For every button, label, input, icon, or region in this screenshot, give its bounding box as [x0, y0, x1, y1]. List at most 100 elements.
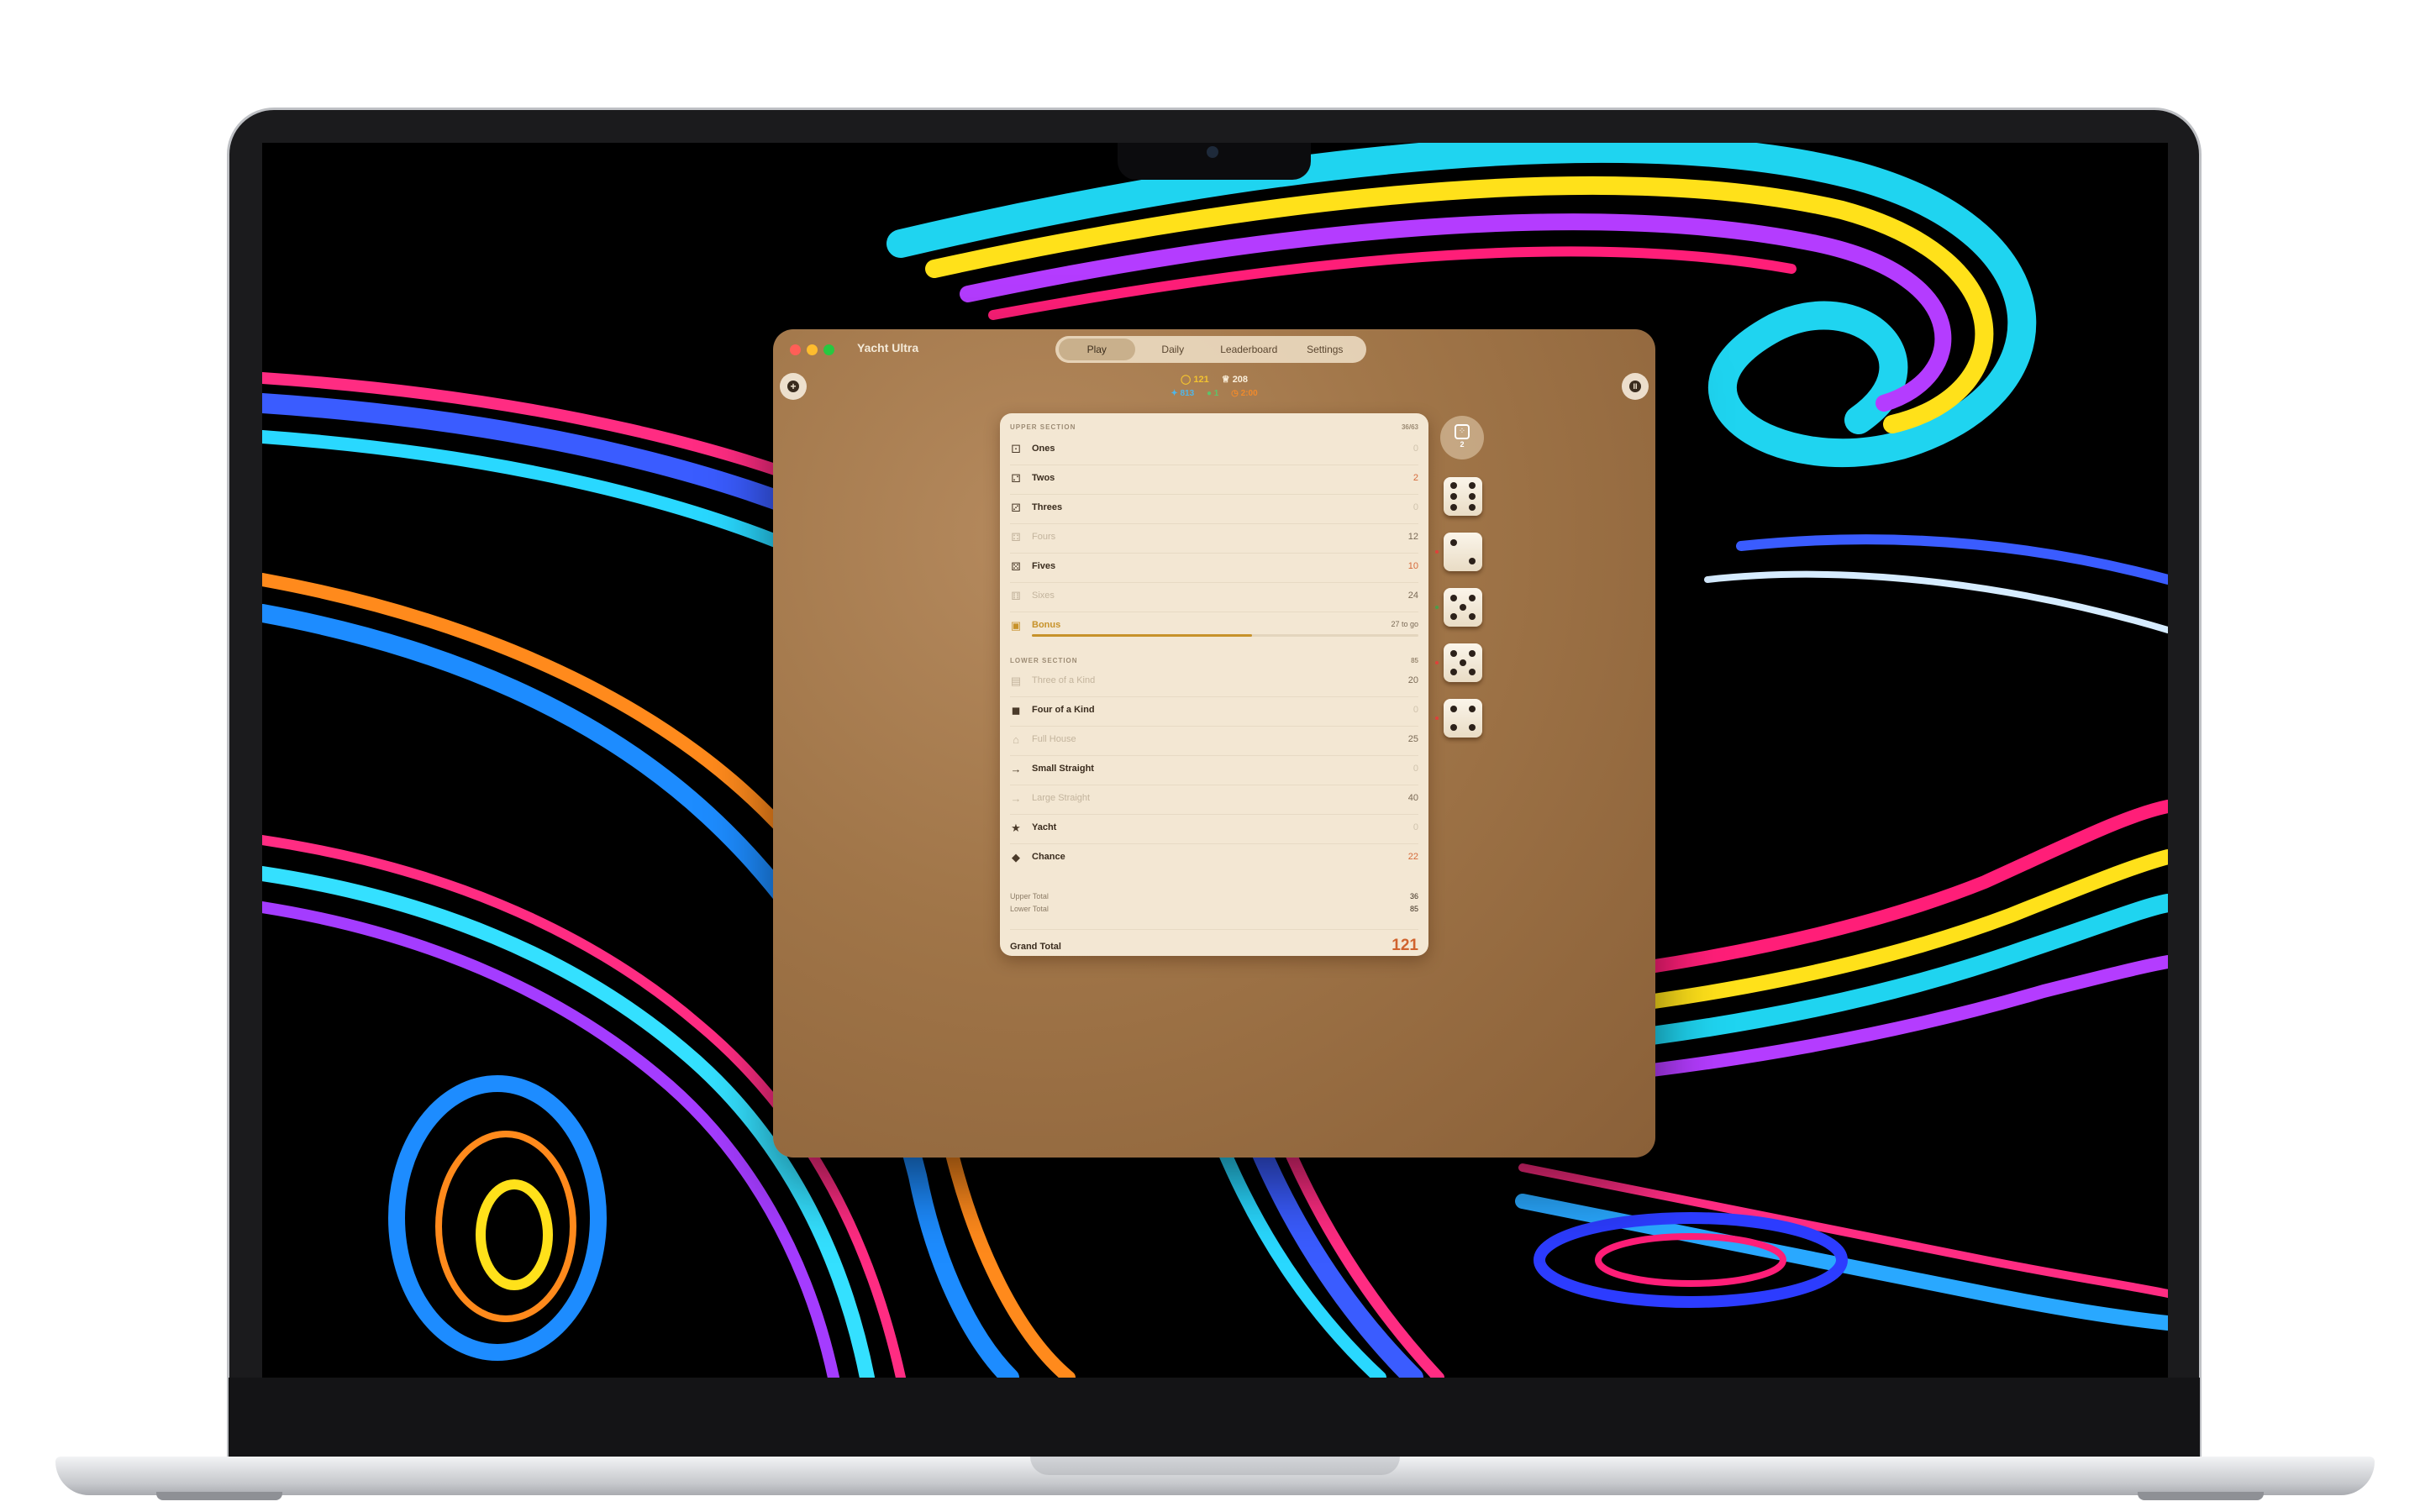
row-label: Chance	[1032, 852, 1065, 862]
die-4[interactable]	[1444, 643, 1482, 682]
screen-bezel-bottom	[229, 1378, 2200, 1465]
row-label: Fives	[1032, 561, 1056, 571]
lower-section-total: 85	[1411, 657, 1418, 664]
sparkle-icon: ✦	[1171, 389, 1178, 398]
die-pip	[1460, 659, 1466, 666]
die-face-5-icon: ⚄	[1011, 560, 1021, 573]
tab-settings[interactable]: Settings	[1287, 339, 1364, 360]
die-pip	[1450, 482, 1457, 489]
score-row-fives[interactable]: ⚄ Fives 10	[1010, 553, 1418, 583]
upper-total-row: Upper Total 36	[1010, 892, 1418, 900]
die-hold-indicator	[1435, 550, 1439, 554]
green-stat-value: 1	[1213, 389, 1219, 398]
score-row-four-of-a-kind[interactable]: ◼ Four of a Kind 0	[1010, 696, 1418, 727]
star-icon: ★	[1011, 822, 1021, 834]
die-pip	[1469, 650, 1476, 657]
minimize-window-button[interactable]	[807, 344, 818, 355]
die-5[interactable]	[1444, 699, 1482, 738]
row-label: Sixes	[1032, 591, 1055, 601]
app-window: Yacht Ultra Play Daily Leaderboard Setti…	[773, 329, 1655, 1158]
upper-section-title: UPPER SECTION	[1010, 423, 1076, 431]
score-row-threes[interactable]: ⚂ Threes 0	[1010, 494, 1418, 524]
die-pip	[1469, 493, 1476, 500]
score-row-fours: ⚃ Fours 12	[1010, 523, 1418, 554]
die-hold-indicator	[1435, 717, 1439, 720]
lower-section-header: LOWER SECTION 85	[1010, 657, 1418, 664]
row-value: 40	[1407, 793, 1418, 803]
close-window-button[interactable]	[790, 344, 801, 355]
camera-dot	[1207, 146, 1218, 158]
die-face-3-icon: ⚂	[1011, 501, 1021, 514]
row-value: 22	[1407, 852, 1418, 862]
score-stats: ◯ 121 ♕ 208	[773, 374, 1655, 385]
die-pip	[1469, 669, 1476, 675]
bonus-progress-fill	[1032, 634, 1253, 637]
dice-icon: ⁘	[1455, 424, 1470, 439]
die-pip	[1450, 504, 1457, 511]
score-row-twos[interactable]: ⚁ Twos 2	[1010, 465, 1418, 495]
die-3[interactable]	[1444, 588, 1482, 627]
row-label: Fours	[1032, 532, 1056, 542]
upper-total-label: Upper Total	[1010, 892, 1049, 900]
die-pip	[1450, 493, 1457, 500]
score-row-chance[interactable]: ◆ Chance 22	[1010, 843, 1418, 873]
die-pip	[1460, 604, 1466, 611]
row-value: 20	[1407, 675, 1418, 685]
row-value: 25	[1407, 734, 1418, 744]
three-kind-icon: ▤	[1010, 675, 1022, 687]
row-label: Four of a Kind	[1032, 705, 1095, 715]
gift-icon: ▣	[1010, 619, 1022, 632]
row-label: Yacht	[1032, 822, 1057, 832]
tab-leaderboard[interactable]: Leaderboard	[1211, 339, 1287, 360]
die-pip	[1450, 669, 1457, 675]
score-row-ones[interactable]: ⚀ Ones 0	[1010, 435, 1418, 465]
grand-total-value: 121	[1392, 937, 1418, 954]
check-icon: ●	[1206, 389, 1213, 398]
grand-total-row: Grand Total 121	[1010, 929, 1418, 954]
row-value: 0	[1413, 444, 1418, 454]
score-row-sixes: ⚅ Sixes 24	[1010, 582, 1418, 612]
rolls-left-count: 2	[1460, 440, 1465, 449]
die-pip	[1450, 613, 1457, 620]
die-pip	[1469, 482, 1476, 489]
score-row-yacht[interactable]: ★ Yacht 0	[1010, 814, 1418, 844]
die-face-6-icon: ⚅	[1011, 590, 1021, 602]
score-row-full-house: ⌂ Full House 25	[1010, 726, 1418, 756]
lower-section-title: LOWER SECTION	[1010, 657, 1078, 664]
row-value: 0	[1413, 502, 1418, 512]
tab-play[interactable]: Play	[1059, 339, 1135, 360]
die-pip	[1450, 724, 1457, 731]
grand-total-label: Grand Total	[1010, 942, 1061, 952]
upper-section-header: UPPER SECTION 36/63	[1010, 423, 1418, 431]
secondary-stats: ✦ 813 ● 1 ◷ 2:00	[773, 389, 1655, 398]
score-row-bonus: ▣ Bonus 27 to go	[1010, 612, 1418, 641]
row-label: Three of a Kind	[1032, 675, 1096, 685]
die-face-1-icon: ⚀	[1011, 443, 1021, 455]
bonus-status: 27 to go	[1391, 620, 1418, 628]
tab-daily[interactable]: Daily	[1135, 339, 1212, 360]
score-row-small-straight[interactable]: → Small Straight 0	[1010, 755, 1418, 785]
die-1[interactable]	[1444, 477, 1482, 516]
laptop-opening-notch	[1030, 1457, 1400, 1475]
roll-dice-button[interactable]: ⁘ 2	[1440, 416, 1484, 459]
window-title: Yacht Ultra	[857, 341, 919, 354]
laptop-foot-right	[2138, 1492, 2264, 1500]
trophy-icon: ♕	[1221, 375, 1230, 385]
die-pip	[1450, 650, 1457, 657]
die-pip	[1469, 724, 1476, 731]
coin-icon: ◯	[1180, 375, 1192, 385]
die-pip	[1450, 539, 1457, 546]
lower-total-label: Lower Total	[1010, 905, 1049, 913]
arrow-right-icon: →	[1010, 763, 1022, 775]
die-pip	[1450, 595, 1457, 601]
lower-total-row: Lower Total 85	[1010, 905, 1418, 913]
question-icon: ◆	[1012, 851, 1020, 864]
blue-stat: ✦ 813	[1171, 389, 1194, 398]
row-value: 12	[1407, 532, 1418, 542]
timer-stat: ◷ 2:00	[1231, 389, 1258, 398]
row-value: 0	[1413, 764, 1418, 774]
zoom-window-button[interactable]	[823, 344, 834, 355]
die-2[interactable]	[1444, 533, 1482, 571]
row-value: 24	[1407, 591, 1418, 601]
upper-section-progress: 36/63	[1401, 423, 1418, 431]
